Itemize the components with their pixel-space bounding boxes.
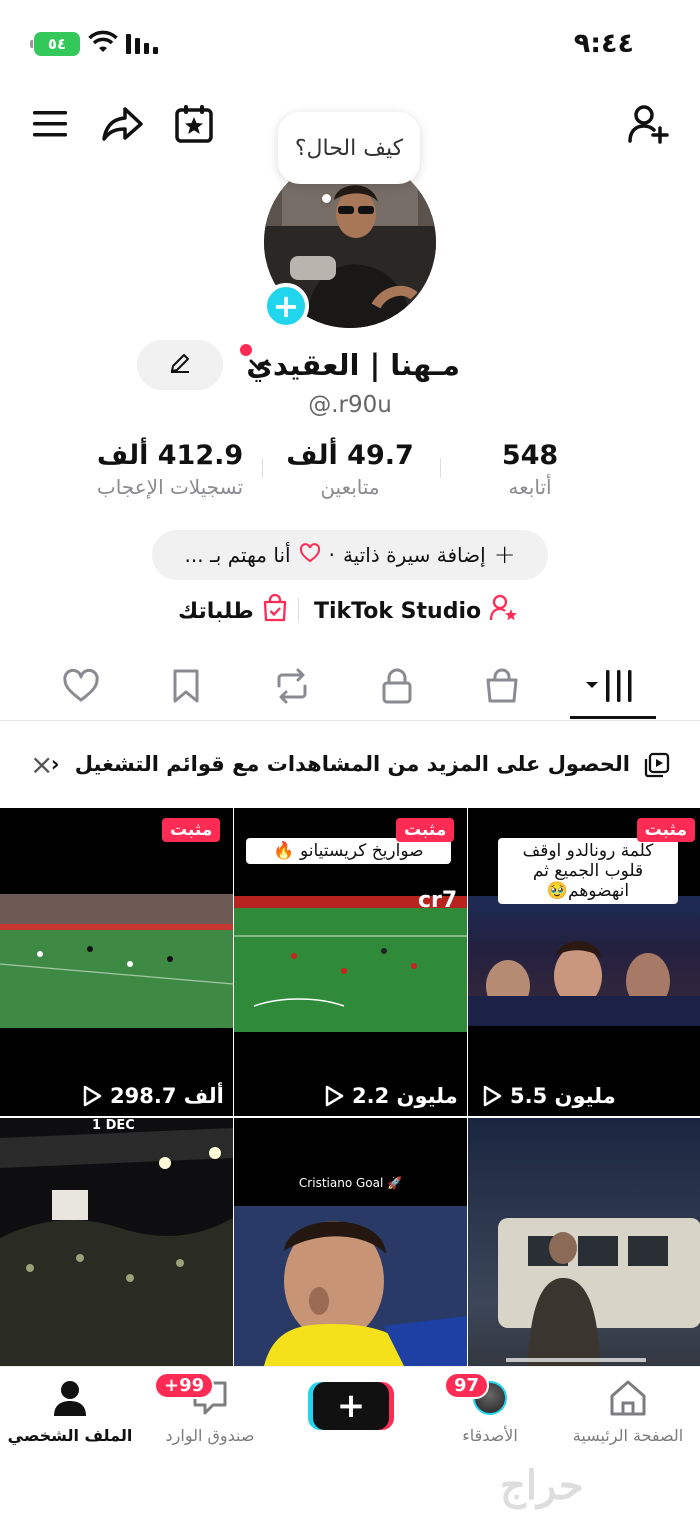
nav-friends[interactable]: 97 الأصدقاء [420, 1372, 560, 1445]
profile-handle: @.r90u [308, 392, 392, 418]
nav-inbox-label: صندوق الوارد [165, 1426, 255, 1445]
bio-separator: · [328, 543, 335, 567]
account-switch-chevron-icon[interactable] [248, 350, 270, 380]
following-label: أتابعه [508, 475, 552, 499]
bio-pill[interactable]: + إضافة سيرة ذاتية · أنا مهتم بـ ... [152, 530, 548, 580]
view-count: 2.2 مليون [324, 1084, 458, 1108]
interest-text: أنا مهتم بـ ... [184, 543, 291, 567]
wifi-icon [88, 30, 118, 58]
note-text: كيف الحال؟ [294, 135, 404, 161]
crowd-scene [468, 896, 700, 1026]
play-icon [83, 1085, 102, 1107]
orders-label: طلباتك [178, 598, 254, 624]
play-icon [325, 1085, 344, 1107]
view-count-text: 5.5 مليون [510, 1084, 616, 1108]
pinned-badge: مثبت [636, 818, 695, 842]
battery-level: ٥٤ [47, 35, 67, 53]
tab-favorites[interactable] [156, 662, 216, 710]
menu-icon[interactable] [26, 100, 74, 148]
profile-name[interactable]: مـهنا | العقيدي [246, 348, 460, 382]
inbox-badge: 99+ [154, 1372, 215, 1399]
video-thumbnail[interactable]: مثبت 298.7 ألف [0, 808, 233, 1116]
likes-label: تسجيلات الإعجاب [96, 475, 244, 499]
orders-link[interactable]: طلباتك [178, 593, 288, 628]
nav-home[interactable]: الصفحة الرئيسية [558, 1374, 698, 1445]
studio-divider [298, 598, 299, 622]
inbox-icon: 99+ [140, 1372, 280, 1422]
nav-profile-label: الملف الشخصي [7, 1426, 133, 1445]
pinned-badge: مثبت [162, 818, 221, 842]
tab-private[interactable] [367, 662, 427, 710]
create-button[interactable]: + [313, 1382, 389, 1430]
video-caption: كلمة رونالدو اوقف قلوب الجميع ثم انهضوهم… [498, 838, 678, 904]
note-bubble-tail [322, 194, 331, 203]
share-icon[interactable] [98, 100, 146, 148]
nav-friends-label: الأصدقاء [462, 1426, 518, 1445]
view-count-text: 298.7 ألف [110, 1084, 224, 1108]
football-pitch [0, 894, 233, 1028]
pencil-icon [168, 351, 192, 379]
heart-outline-icon [299, 542, 321, 568]
video-overlay-text: cr7 [418, 888, 458, 913]
battery-indicator: ٥٤ [30, 32, 80, 56]
studio-label: TikTok Studio [314, 598, 482, 624]
active-tab-indicator [570, 716, 656, 719]
creator-star-icon [489, 594, 519, 628]
playlist-banner[interactable]: الحصول على المزيد من المشاهدات مع قوائم … [51, 752, 630, 776]
nav-inbox[interactable]: 99+ صندوق الوارد [140, 1372, 280, 1445]
play-icon [483, 1085, 502, 1107]
view-count: 298.7 ألف [82, 1084, 224, 1108]
playlist-banner-text: الحصول على المزيد من المشاهدات مع قوائم … [74, 752, 630, 776]
tiktok-studio-link[interactable]: TikTok Studio [314, 594, 519, 628]
home-icon [558, 1374, 698, 1422]
likes-stat[interactable]: 412.9 ألف تسجيلات الإعجاب [70, 440, 270, 499]
following-stat[interactable]: 548 أتابعه [430, 440, 630, 499]
edit-profile-button[interactable] [137, 340, 223, 390]
tab-liked[interactable] [51, 662, 111, 710]
profile-icon [0, 1374, 140, 1422]
notification-dot [240, 344, 252, 356]
playlist-icon [644, 752, 670, 782]
close-icon[interactable]: × [30, 748, 53, 781]
pinned-badge: مثبت [396, 818, 455, 842]
video-overlay-text: 1 DEC [92, 1118, 135, 1133]
add-bio-text: إضافة سيرة ذاتية [342, 543, 486, 567]
video-overlay-text: Cristiano Goal 🚀 [298, 1176, 403, 1190]
tab-reposts[interactable] [262, 662, 322, 710]
view-count-text: 2.2 مليون [352, 1084, 458, 1108]
football-pitch [234, 896, 467, 1032]
followers-stat[interactable]: 49.7 ألف متابعين [250, 440, 450, 499]
view-count: 5.5 مليون [482, 1084, 616, 1108]
friends-badge: 97 [444, 1372, 490, 1399]
add-friend-icon[interactable] [624, 100, 672, 148]
note-bubble[interactable]: كيف الحال؟ [278, 112, 420, 184]
signal-icon [126, 32, 160, 58]
video-thumbnail[interactable]: كلمة رونالدو اوقف قلوب الجميع ثم انهضوهم… [468, 808, 700, 1116]
tab-shop[interactable] [472, 662, 532, 710]
following-count: 548 [501, 440, 559, 471]
video-thumbnail[interactable]: صواريخ كريستيانو 🔥 cr7 مثبت 2.2 مليون [234, 808, 467, 1116]
nav-profile[interactable]: الملف الشخصي [0, 1374, 140, 1445]
friends-avatar: 97 [420, 1372, 560, 1422]
add-story-button[interactable]: + [263, 283, 309, 329]
plus-icon: + [493, 540, 516, 570]
nav-home-label: الصفحة الرئيسية [572, 1426, 684, 1445]
followers-count: 49.7 ألف [286, 440, 414, 471]
status-time: ٩:٤٤ [573, 28, 634, 59]
tab-videos-grid[interactable] [582, 662, 642, 710]
tab-divider [0, 720, 700, 721]
watermark-logo: حراج [500, 1462, 584, 1509]
followers-label: متابعين [320, 475, 380, 499]
shopping-bag-check-icon [262, 593, 288, 628]
calendar-star-icon[interactable] [170, 100, 218, 148]
likes-count: 412.9 ألف [96, 440, 244, 471]
